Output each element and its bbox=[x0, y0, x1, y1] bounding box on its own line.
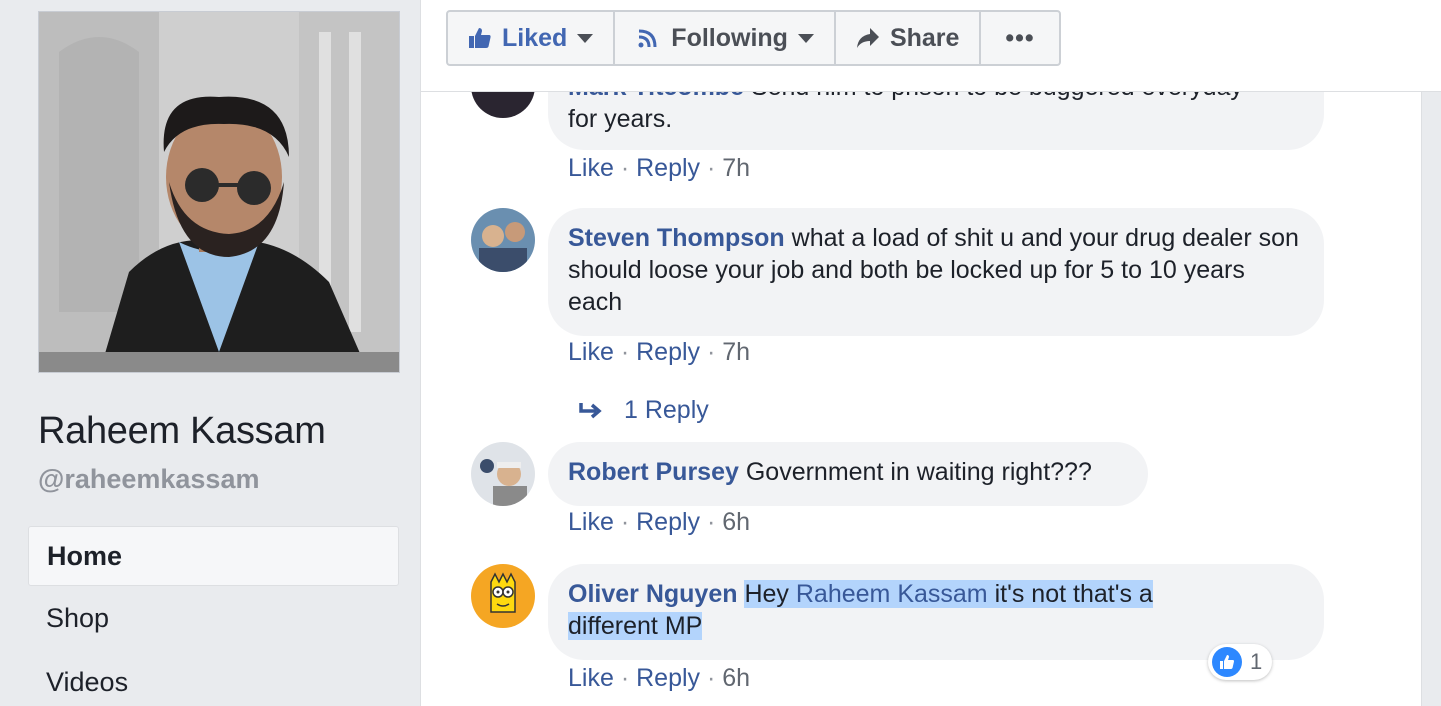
nav-item-videos[interactable]: Videos bbox=[28, 650, 399, 706]
reply-link[interactable]: Reply bbox=[636, 154, 700, 182]
comment-author[interactable]: Oliver Nguyen bbox=[568, 580, 738, 608]
reply-link[interactable]: Reply bbox=[636, 508, 700, 536]
rss-feed-icon bbox=[635, 25, 661, 51]
reaction-count: 1 bbox=[1250, 649, 1263, 674]
nav-item-home[interactable]: Home bbox=[28, 526, 399, 586]
comment-actions: Like · Reply · 7h bbox=[568, 338, 750, 367]
reaction-summary[interactable]: 1 bbox=[1208, 644, 1273, 680]
like-link[interactable]: Like bbox=[568, 154, 614, 182]
page-nav: Home Shop Videos bbox=[28, 526, 399, 706]
like-link[interactable]: Like bbox=[568, 664, 614, 692]
replies-count-label[interactable]: 1 Reply bbox=[624, 396, 709, 425]
separator: · bbox=[706, 338, 716, 366]
separator: · bbox=[706, 154, 716, 182]
mention-link[interactable]: Raheem Kassam bbox=[796, 580, 988, 608]
more-dots-icon: ••• bbox=[1005, 23, 1035, 52]
avatar-image bbox=[471, 564, 535, 628]
comment-timestamp[interactable]: 6h bbox=[722, 508, 750, 536]
like-reaction-icon bbox=[1212, 647, 1242, 677]
comment-text-prefix: Hey bbox=[744, 580, 789, 608]
avatar[interactable] bbox=[471, 442, 535, 506]
page-title[interactable]: Raheem Kassam bbox=[38, 410, 326, 453]
separator: · bbox=[620, 508, 630, 536]
profile-photo-illustration bbox=[39, 12, 399, 372]
avatar-image bbox=[471, 442, 535, 506]
liked-label: Liked bbox=[502, 23, 568, 52]
comment-timestamp[interactable]: 6h bbox=[722, 664, 750, 692]
comment-text-selected: Hey Raheem Kassam it's not that's a bbox=[744, 580, 1153, 608]
profile-picture[interactable] bbox=[38, 11, 400, 373]
like-link[interactable]: Like bbox=[568, 508, 614, 536]
comment-actions: Like · Reply · 6h bbox=[568, 664, 750, 693]
page-action-buttons: Liked Following Share ••• bbox=[446, 10, 1061, 66]
share-button[interactable]: Share bbox=[836, 12, 982, 64]
comment-text-line2: different MP bbox=[568, 612, 703, 640]
comment-timestamp[interactable]: 7h bbox=[722, 338, 750, 366]
view-replies-link[interactable]: 1 Reply bbox=[578, 396, 709, 425]
separator: · bbox=[706, 664, 716, 692]
share-label: Share bbox=[889, 23, 960, 52]
comment-timestamp[interactable]: 7h bbox=[722, 154, 750, 182]
separator: · bbox=[706, 508, 716, 536]
reply-link[interactable]: Reply bbox=[636, 664, 700, 692]
comment-actions: Like · Reply · 6h bbox=[568, 508, 750, 537]
separator: · bbox=[620, 154, 630, 182]
comment-bubble: Steven Thompson what a load of shit u an… bbox=[548, 208, 1324, 336]
comment-text-continued: for years. bbox=[568, 105, 673, 133]
avatar[interactable] bbox=[471, 208, 535, 272]
separator: · bbox=[620, 338, 630, 366]
following-label: Following bbox=[671, 23, 788, 52]
nav-item-shop[interactable]: Shop bbox=[28, 586, 399, 650]
main-panel: Mark Titcombe Send him to prison to be b… bbox=[420, 0, 1441, 706]
comment-bubble: Robert Pursey Government in waiting righ… bbox=[548, 442, 1148, 506]
liked-button[interactable]: Liked bbox=[448, 12, 616, 64]
page-sidebar: Raheem Kassam @raheemkassam Home Shop Vi… bbox=[0, 0, 420, 706]
reply-arrow-icon bbox=[579, 402, 602, 418]
following-button[interactable]: Following bbox=[615, 12, 836, 64]
thumbs-up-icon bbox=[468, 27, 492, 49]
comment-text-suffix: it's not that's a bbox=[994, 580, 1153, 608]
page-action-bar: Liked Following Share ••• bbox=[421, 0, 1441, 92]
reply-link[interactable]: Reply bbox=[636, 338, 700, 366]
comment-author[interactable]: Robert Pursey bbox=[568, 458, 739, 486]
comment-bubble: Oliver Nguyen Hey Raheem Kassam it's not… bbox=[548, 564, 1324, 660]
chevron-down-icon bbox=[797, 33, 814, 43]
avatar-image bbox=[471, 208, 535, 272]
comment-text: Government in waiting right??? bbox=[745, 458, 1092, 486]
share-arrow-icon bbox=[856, 27, 880, 49]
more-options-button[interactable]: ••• bbox=[981, 12, 1058, 64]
comment-actions: Like · Reply · 7h bbox=[568, 154, 750, 183]
page-handle[interactable]: @raheemkassam bbox=[38, 464, 259, 495]
avatar[interactable] bbox=[471, 564, 535, 628]
like-link[interactable]: Like bbox=[568, 338, 614, 366]
chevron-down-icon bbox=[577, 33, 594, 43]
comment-author[interactable]: Steven Thompson bbox=[568, 224, 785, 252]
separator: · bbox=[620, 664, 630, 692]
